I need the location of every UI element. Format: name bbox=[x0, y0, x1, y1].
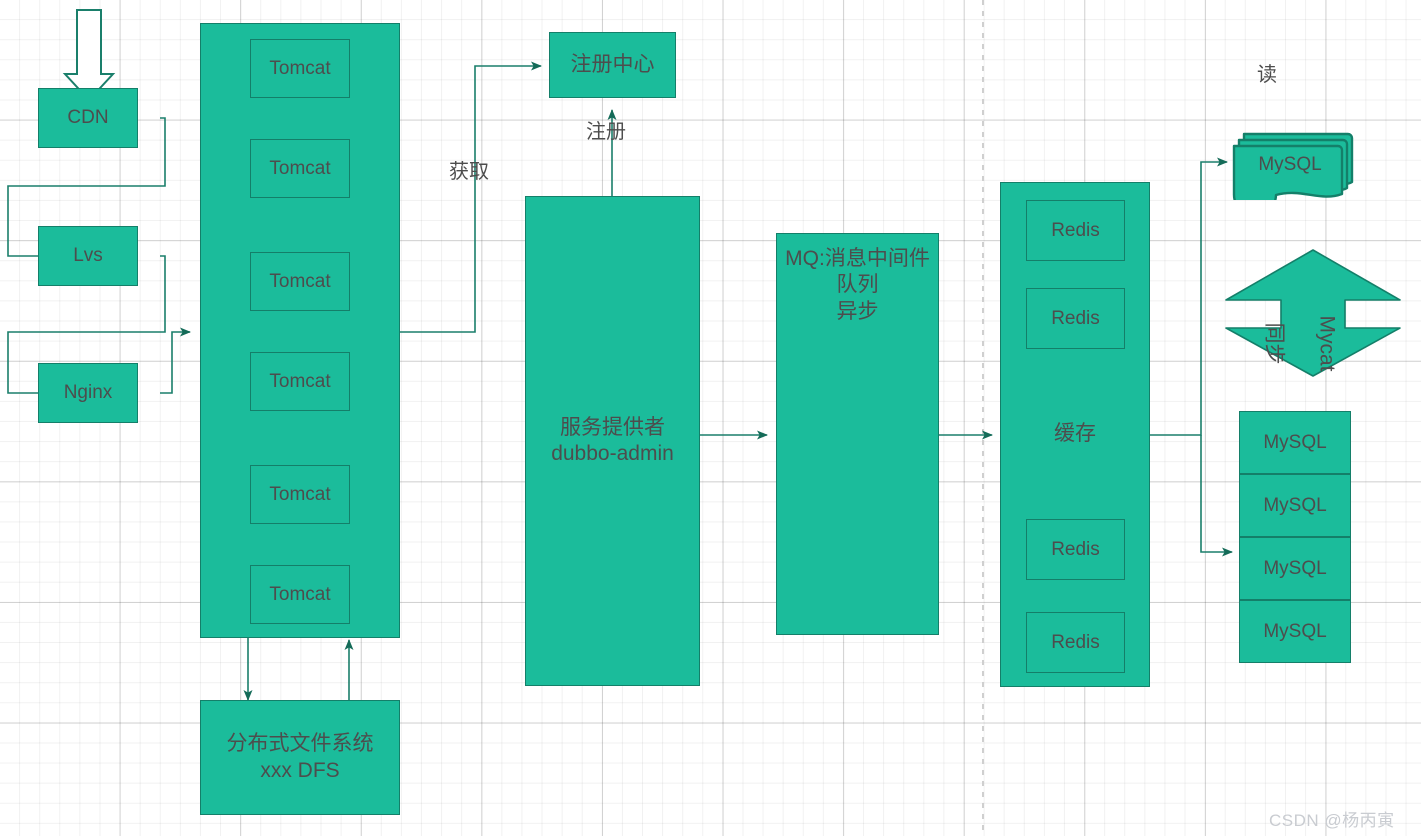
node-cdn-label: CDN bbox=[67, 107, 109, 129]
node-provider[interactable]: 服务提供者 dubbo-admin bbox=[525, 196, 700, 686]
diagram-canvas: CDN Lvs Nginx Tomcat Tomcat Tomcat Tomca… bbox=[0, 0, 1421, 836]
node-provider-label: 服务提供者 dubbo-admin bbox=[551, 415, 674, 465]
node-tomcat-pool[interactable] bbox=[200, 23, 400, 638]
node-redis-2[interactable]: Redis bbox=[1026, 288, 1125, 349]
edge-label-get: 获取 bbox=[449, 161, 489, 183]
edge-tomcat-to-registry bbox=[400, 61, 542, 333]
edge-label-register: 注册 bbox=[586, 121, 626, 143]
sync-double-arrow-icon bbox=[1225, 249, 1401, 377]
node-tomcat-4-label: Tomcat bbox=[269, 370, 331, 392]
node-tomcat-6[interactable]: Tomcat bbox=[250, 565, 350, 624]
node-dfs[interactable]: 分布式文件系统 xxx DFS bbox=[200, 700, 400, 815]
node-dfs-label: 分布式文件系统 xxx DFS bbox=[226, 732, 374, 782]
node-lvs[interactable]: Lvs bbox=[38, 226, 138, 286]
node-tomcat-2-label: Tomcat bbox=[269, 157, 331, 179]
node-nginx[interactable]: Nginx bbox=[38, 363, 138, 423]
node-mysql-w-1[interactable]: MySQL bbox=[1239, 411, 1351, 474]
traffic-in-arrow bbox=[62, 9, 116, 102]
csdn-watermark: CSDN @杨丙寅 bbox=[1269, 811, 1395, 830]
node-mq-label: MQ:消息中间件 队列 异步 bbox=[785, 247, 930, 323]
node-mysql-w-3-label: MySQL bbox=[1263, 557, 1327, 579]
edge-label-read: 读 bbox=[1257, 64, 1277, 86]
node-mysql-w-4-label: MySQL bbox=[1263, 620, 1327, 642]
node-tomcat-2[interactable]: Tomcat bbox=[250, 139, 350, 198]
node-registry[interactable]: 注册中心 bbox=[549, 32, 676, 98]
node-registry-label: 注册中心 bbox=[570, 52, 655, 76]
node-tomcat-3-label: Tomcat bbox=[269, 270, 331, 292]
node-tomcat-5[interactable]: Tomcat bbox=[250, 465, 350, 524]
node-redis-4[interactable]: Redis bbox=[1026, 612, 1125, 673]
node-lvs-label: Lvs bbox=[73, 245, 103, 267]
edge-nginx-to-tomcat-pool bbox=[160, 327, 191, 394]
node-redis-2-label: Redis bbox=[1051, 307, 1100, 329]
edge-cache-to-mysql-write bbox=[1200, 435, 1233, 557]
node-mq[interactable]: MQ:消息中间件 队列 异步 bbox=[776, 233, 939, 635]
node-mysql-w-4[interactable]: MySQL bbox=[1239, 600, 1351, 663]
node-mysql-w-2[interactable]: MySQL bbox=[1239, 474, 1351, 537]
node-tomcat-1-label: Tomcat bbox=[269, 57, 331, 79]
node-mysql-w-2-label: MySQL bbox=[1263, 494, 1327, 516]
node-redis-1[interactable]: Redis bbox=[1026, 200, 1125, 261]
node-mysql-read-label: MySQL bbox=[1258, 154, 1322, 175]
node-tomcat-1[interactable]: Tomcat bbox=[250, 39, 350, 98]
node-nginx-label: Nginx bbox=[63, 382, 113, 404]
node-tomcat-6-label: Tomcat bbox=[269, 583, 331, 605]
node-mysql-read-stack[interactable]: MySQL bbox=[1228, 128, 1358, 200]
node-cdn[interactable]: CDN bbox=[38, 88, 138, 148]
node-mysql-w-3[interactable]: MySQL bbox=[1239, 537, 1351, 600]
node-redis-3[interactable]: Redis bbox=[1026, 519, 1125, 580]
node-tomcat-5-label: Tomcat bbox=[269, 483, 331, 505]
node-mysql-w-1-label: MySQL bbox=[1263, 431, 1327, 453]
node-redis-3-label: Redis bbox=[1051, 538, 1100, 560]
edge-cache-to-mysql-read bbox=[1150, 157, 1228, 436]
node-mycat[interactable]: Mycat 同步 bbox=[1224, 248, 1402, 378]
node-redis-1-label: Redis bbox=[1051, 219, 1100, 241]
node-redis-4-label: Redis bbox=[1051, 631, 1100, 653]
node-cache-pool-label: 缓存 bbox=[1054, 422, 1096, 446]
node-tomcat-3[interactable]: Tomcat bbox=[250, 252, 350, 311]
node-tomcat-4[interactable]: Tomcat bbox=[250, 352, 350, 411]
